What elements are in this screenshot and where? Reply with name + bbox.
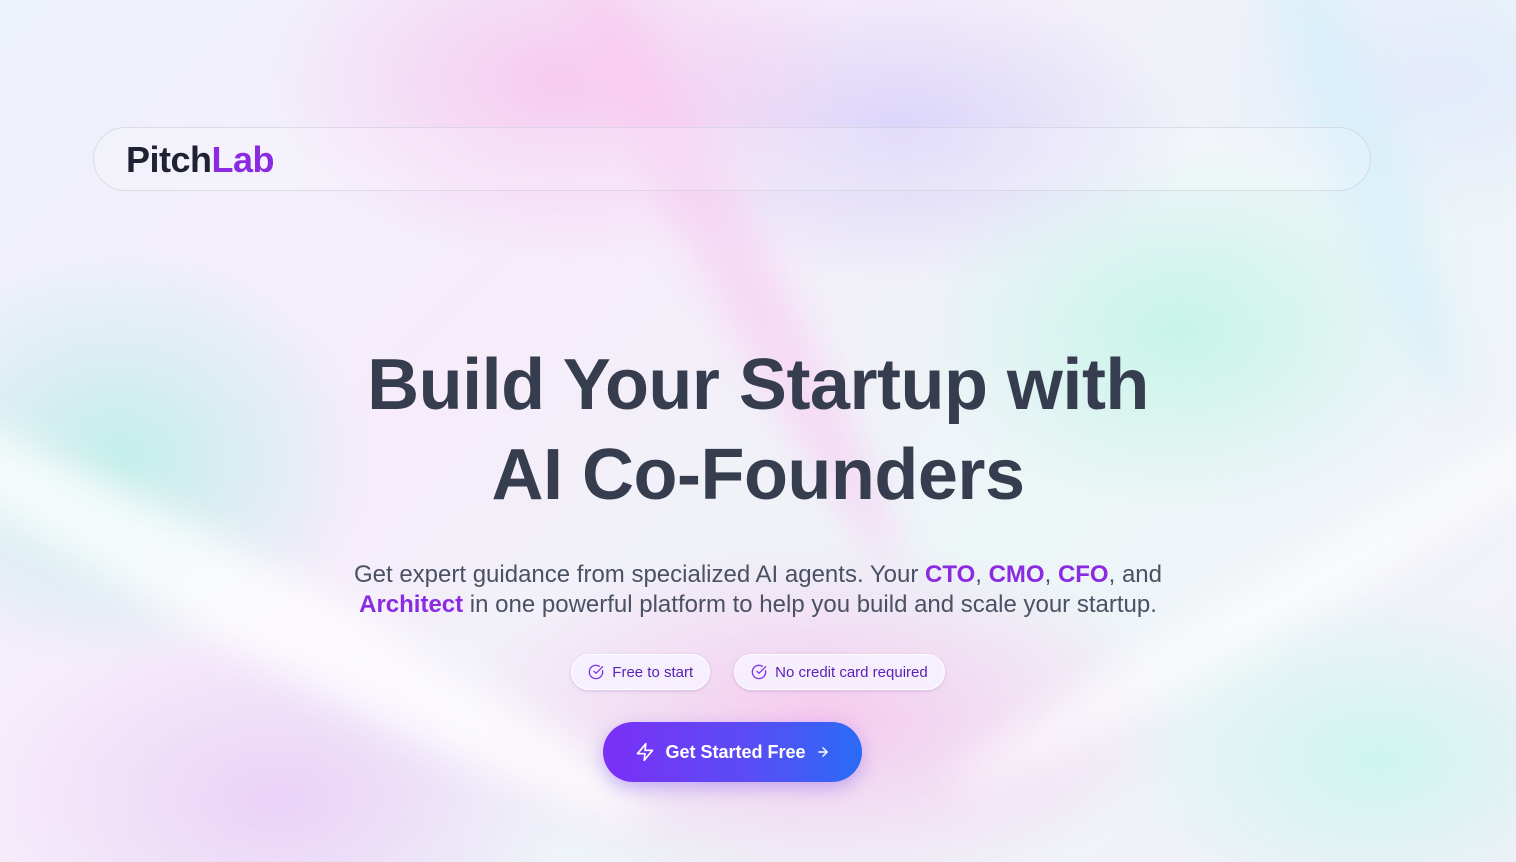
highlight-cto: CTO <box>925 561 976 588</box>
hero-section: Build Your Startup with AI Co-Founders G… <box>0 340 1516 690</box>
feature-badges: Free to start No credit card required <box>0 654 1516 690</box>
highlight-cmo: CMO <box>988 561 1045 588</box>
brand-logo[interactable]: PitchLab <box>126 139 275 180</box>
hero-headline: Build Your Startup with AI Co-Founders <box>258 340 1258 520</box>
subtitle-text: Get expert guidance from specialized AI … <box>353 561 926 588</box>
lightning-bolt-icon <box>635 742 655 762</box>
badge-label: No credit card required <box>775 663 928 681</box>
hero-subtitle: Get expert guidance from specialized AI … <box>318 560 1198 620</box>
subtitle-separator: , and <box>1108 561 1162 588</box>
subtitle-separator: , <box>975 561 989 588</box>
arrow-right-icon <box>816 745 830 759</box>
subtitle-separator: , <box>1044 561 1058 588</box>
check-circle-icon <box>751 664 767 680</box>
highlight-cfo: CFO <box>1057 561 1109 588</box>
headline-line-2: AI Co-Founders <box>491 435 1025 515</box>
get-started-button[interactable]: Get Started Free <box>603 722 862 782</box>
brand-name-accent: Lab <box>211 139 275 180</box>
highlight-architect: Architect <box>359 591 464 618</box>
headline-line-1: Build Your Startup with <box>367 345 1149 425</box>
badge-no-credit-card: No credit card required <box>734 654 945 690</box>
badge-free-to-start: Free to start <box>571 654 711 690</box>
badge-label: Free to start <box>612 663 694 681</box>
check-circle-icon <box>588 664 604 680</box>
top-navbar: PitchLab <box>93 127 1371 191</box>
brand-name-primary: Pitch <box>126 139 212 180</box>
cta-label: Get Started Free <box>665 741 806 762</box>
subtitle-text: in one powerful platform to help you bui… <box>463 591 1157 618</box>
